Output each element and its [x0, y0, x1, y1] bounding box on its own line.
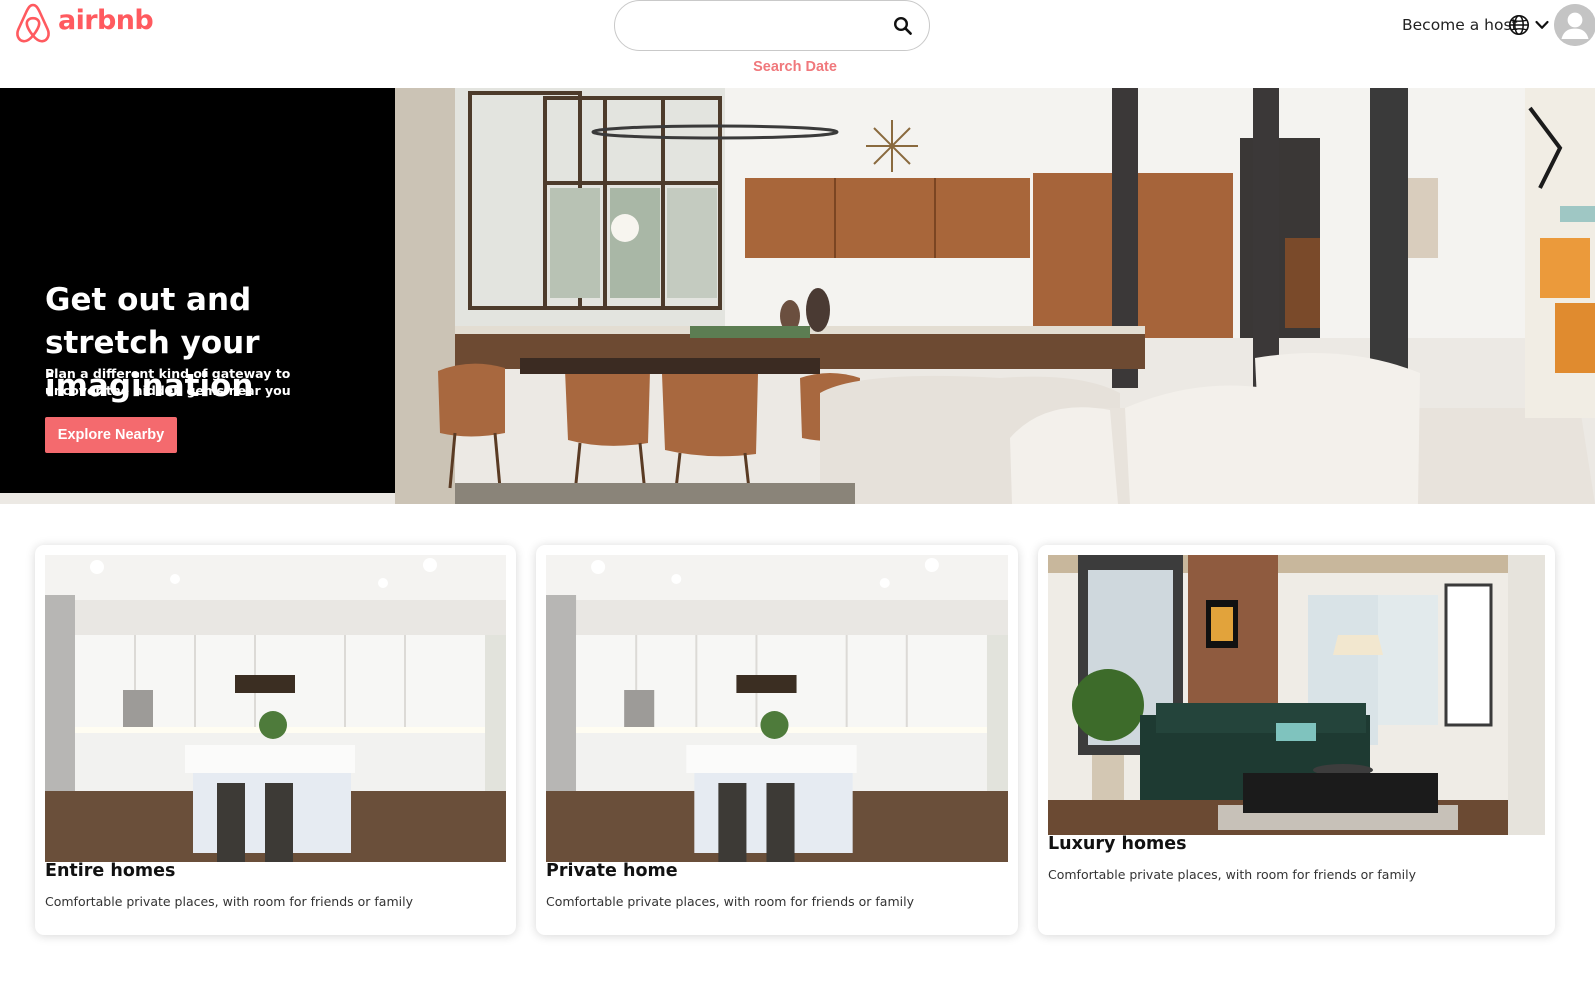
entire-homes-image: [45, 555, 506, 862]
card-title: Entire homes: [45, 861, 176, 881]
hero-section: Get out and stretch your imagination Pla…: [0, 88, 1595, 504]
airbnb-logo-icon: [16, 3, 50, 43]
logo-wordmark: airbnb: [58, 4, 154, 36]
top-navbar: airbnb Search Date Become a host: [0, 0, 1595, 88]
search-bar: [614, 0, 930, 51]
card-description: Comfortable private places, with room fo…: [1048, 867, 1416, 882]
luxury-homes-image: [1048, 555, 1545, 835]
search-icon: [893, 16, 912, 35]
card-title: Luxury homes: [1048, 834, 1187, 854]
card-title: Private home: [546, 861, 678, 881]
explore-nearby-button[interactable]: Explore Nearby: [45, 417, 177, 453]
card-description: Comfortable private places, with room fo…: [45, 894, 413, 909]
globe-icon[interactable]: [1508, 14, 1530, 36]
hero-subtitle: Plan a different kind of gateway to unco…: [45, 366, 291, 398]
hero-text-panel: Get out and stretch your imagination Pla…: [0, 88, 395, 493]
become-host-link[interactable]: Become a host: [1402, 16, 1518, 34]
card-description: Comfortable private places, with room fo…: [546, 894, 914, 909]
category-card-private-home[interactable]: Private home Comfortable private places,…: [536, 545, 1018, 935]
chevron-down-icon[interactable]: [1534, 17, 1550, 33]
category-card-entire-homes[interactable]: Entire homes Comfortable private places,…: [35, 545, 516, 935]
airbnb-logo[interactable]: airbnb: [14, 2, 154, 44]
private-home-image: [546, 555, 1008, 862]
search-date-link[interactable]: Search Date: [700, 59, 890, 75]
user-avatar[interactable]: [1554, 4, 1595, 46]
category-card-luxury-homes[interactable]: Luxury homes Comfortable private places,…: [1038, 545, 1555, 935]
search-input[interactable]: [633, 13, 883, 39]
search-button[interactable]: [891, 14, 915, 38]
user-avatar-icon: [1554, 4, 1595, 46]
